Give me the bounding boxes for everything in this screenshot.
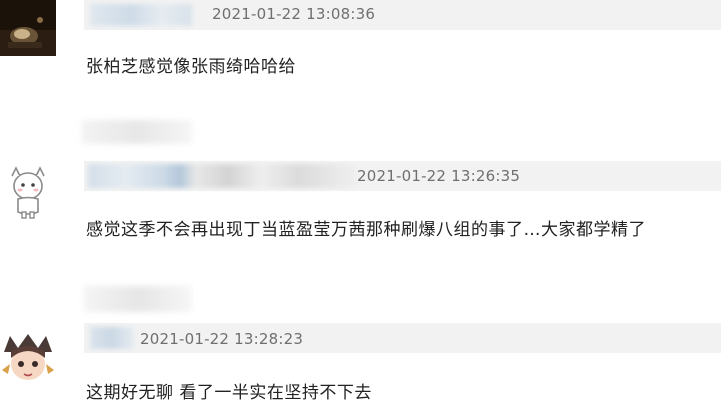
comment-text: 张柏芝感觉像张雨绮哈哈给 <box>86 57 296 77</box>
cat-avatar-icon <box>0 0 56 56</box>
comment-timestamp: 2021-01-22 13:08:36 <box>212 5 376 23</box>
blurred-reply-placeholder <box>82 120 192 144</box>
comment-meta-bar <box>84 0 721 30</box>
ghost-avatar-icon <box>0 164 56 220</box>
avatar[interactable] <box>0 164 56 220</box>
anime-avatar-icon <box>0 330 56 386</box>
comment-timestamp: 2021-01-22 13:26:35 <box>357 167 521 185</box>
blurred-username <box>90 327 134 349</box>
blurred-username <box>90 4 192 26</box>
avatar[interactable] <box>0 0 56 56</box>
comment-text: 这期好无聊 看了一半实在坚持不下去 <box>86 383 372 403</box>
comment-feed: 2021-01-22 13:08:36 张柏芝感觉像张雨绮哈哈给 2021-01… <box>0 0 721 416</box>
blurred-reply-placeholder <box>84 286 192 312</box>
comment-text: 感觉这季不会再出现丁当蓝盈莹万茜那种刷爆八组的事了…大家都学精了 <box>86 220 646 240</box>
avatar[interactable] <box>0 330 56 386</box>
comment-timestamp: 2021-01-22 13:28:23 <box>140 330 304 348</box>
blurred-username <box>88 164 358 188</box>
